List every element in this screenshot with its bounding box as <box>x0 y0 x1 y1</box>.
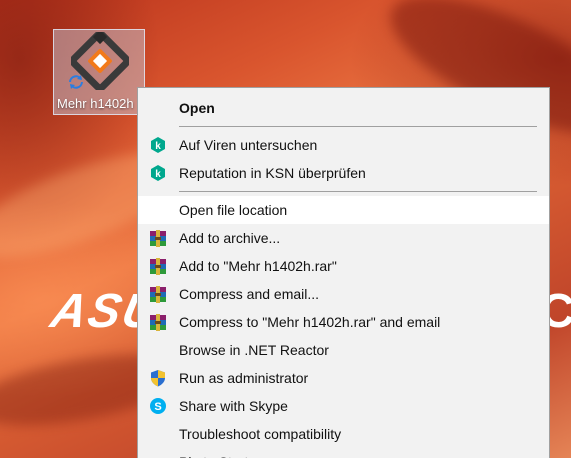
menu-item-add-to-rar[interactable]: Add to "Mehr h1402h.rar" <box>138 252 549 280</box>
menu-item-label: Open <box>179 100 215 116</box>
desktop-icon-mehr[interactable]: Mehr h1402h <box>53 29 145 115</box>
kaspersky-icon: k <box>151 165 165 181</box>
kaspersky-icon: k <box>151 137 165 153</box>
menu-item-label: Troubleshoot compatibility <box>179 426 342 442</box>
menu-item-label: Browse in .NET Reactor <box>179 342 329 358</box>
winrar-icon <box>150 286 166 303</box>
menu-item-label: Compress and email... <box>179 286 320 302</box>
menu-item-label: Add to archive... <box>179 230 281 246</box>
menu-item-ksn-reputation[interactable]: k Reputation in KSN überprüfen <box>138 159 549 187</box>
menu-item-label: Open file location <box>179 202 288 218</box>
menu-item-open-file-location[interactable]: Open file location <box>138 196 549 224</box>
menu-item-open[interactable]: Open <box>138 94 549 122</box>
winrar-icon <box>150 230 166 247</box>
menu-item-label: Run as administrator <box>179 370 309 386</box>
menu-separator <box>179 126 537 127</box>
uac-shield-icon <box>151 370 165 387</box>
svg-text:k: k <box>155 141 161 152</box>
svg-text:S: S <box>154 401 161 413</box>
menu-item-compress-to-rar-email[interactable]: Compress to "Mehr h1402h.rar" and email <box>138 308 549 336</box>
menu-item-label: Add to "Mehr h1402h.rar" <box>179 258 337 274</box>
svg-text:k: k <box>155 169 161 180</box>
menu-item-label: Compress to "Mehr h1402h.rar" and email <box>179 314 441 330</box>
winrar-icon <box>150 258 166 275</box>
menu-item-label: Share with Skype <box>179 398 288 414</box>
menu-item-add-to-archive[interactable]: Add to archive... <box>138 224 549 252</box>
menu-item-run-as-admin[interactable]: Run as administrator <box>138 364 549 392</box>
context-menu: Open k Auf Viren untersuchen k Reputatio… <box>137 87 550 458</box>
menu-separator <box>179 191 537 192</box>
menu-item-browse-net-reactor[interactable]: Browse in .NET Reactor <box>138 336 549 364</box>
menu-item-scan-virus[interactable]: k Auf Viren untersuchen <box>138 131 549 159</box>
menu-item-troubleshoot[interactable]: Troubleshoot compatibility <box>138 420 549 448</box>
sync-icon <box>69 75 83 89</box>
menu-item-pin-to-start[interactable]: Pin to Start <box>138 448 549 458</box>
menu-item-compress-email[interactable]: Compress and email... <box>138 280 549 308</box>
menu-item-label: Auf Viren untersuchen <box>179 137 318 153</box>
menu-item-label: Reputation in KSN überprüfen <box>179 165 366 181</box>
desktop-background[interactable]: ASUS C Mehr h1402h Open k Auf Viren unte… <box>0 0 571 458</box>
menu-item-label: Pin to Start <box>179 448 248 458</box>
menu-item-share-skype[interactable]: S Share with Skype <box>138 392 549 420</box>
skype-icon: S <box>150 398 166 414</box>
winrar-icon <box>150 314 166 331</box>
